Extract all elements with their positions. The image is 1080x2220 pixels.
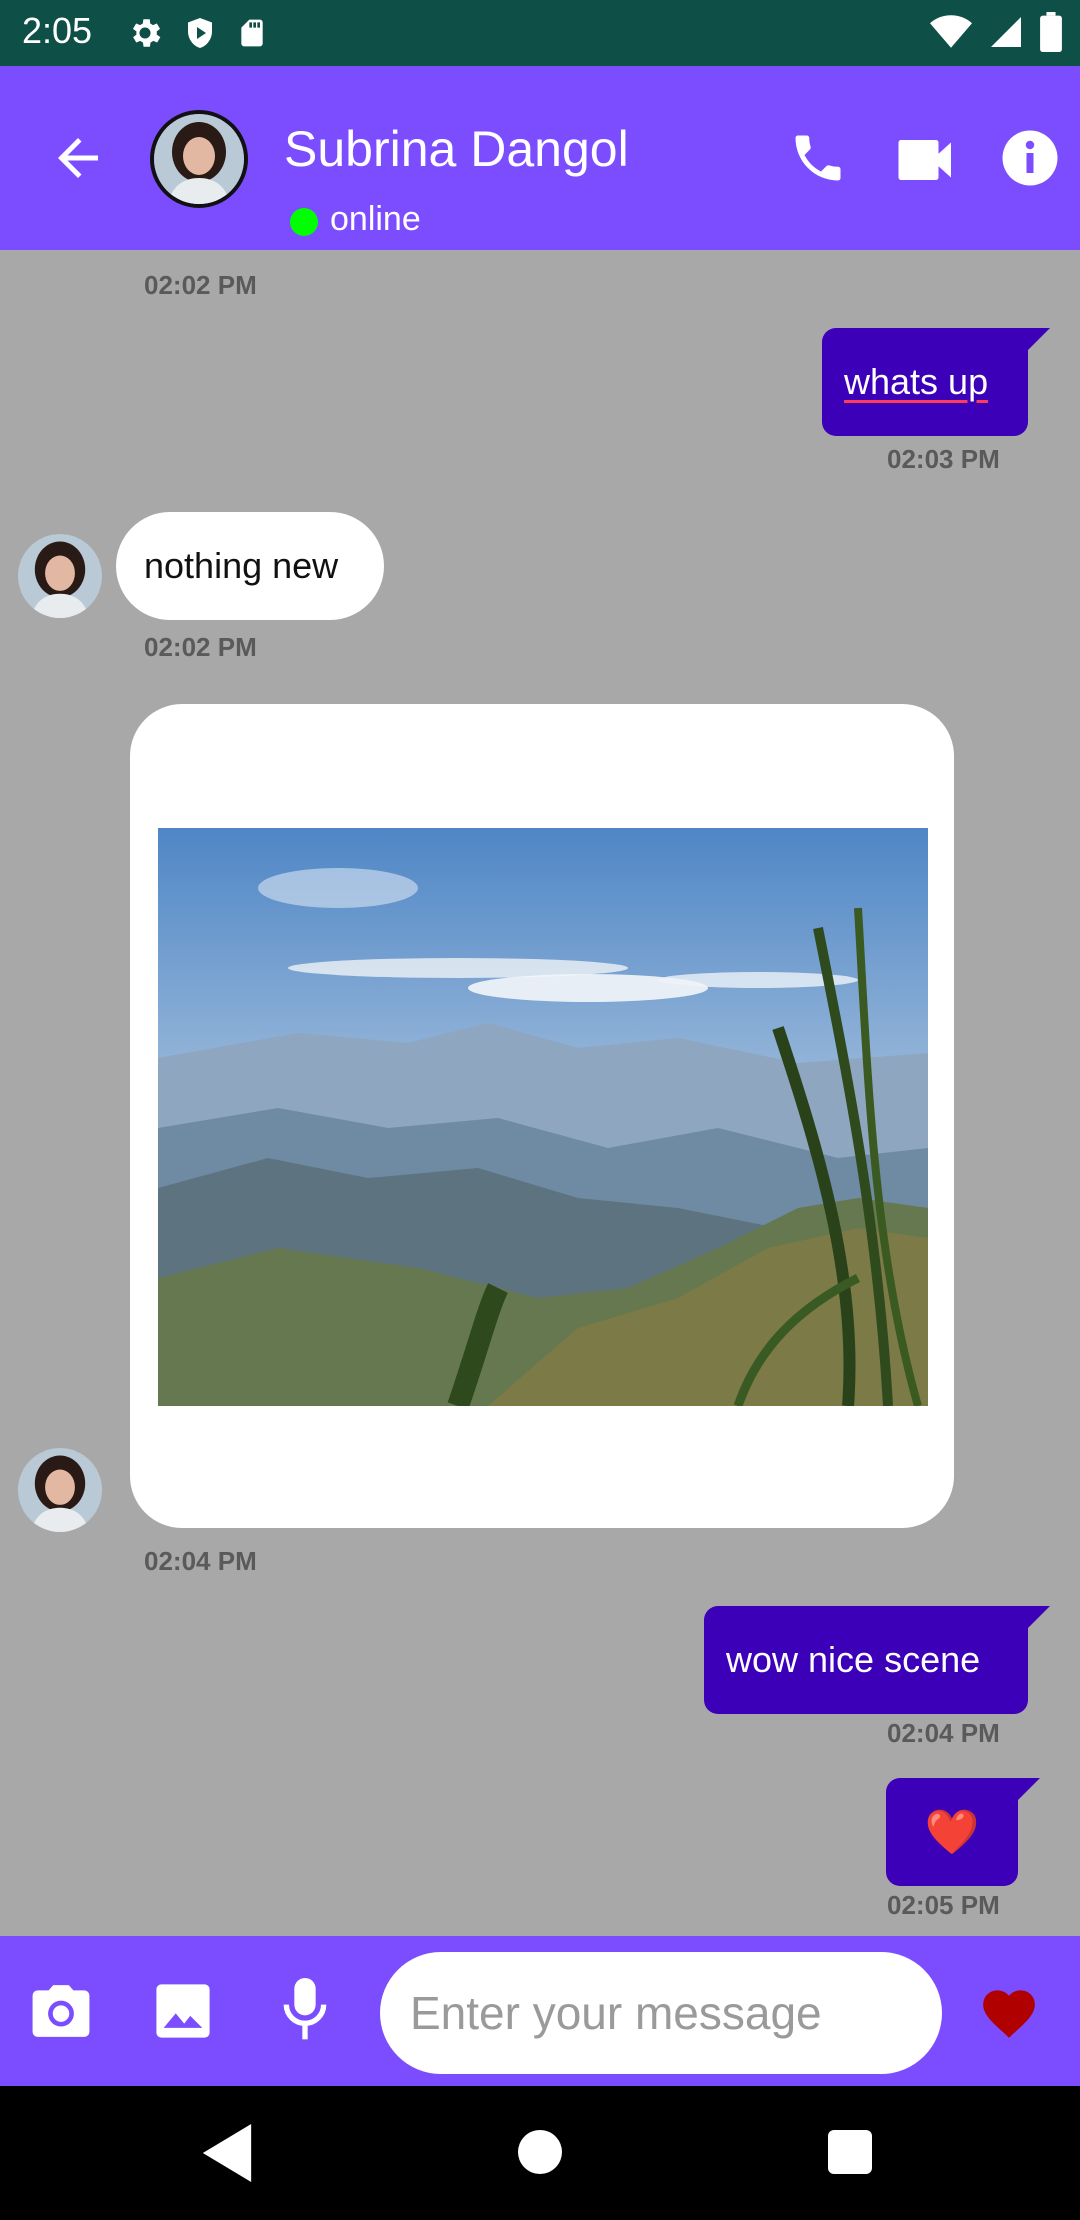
video-camera-icon[interactable] <box>896 132 956 188</box>
sd-card-icon <box>241 19 263 47</box>
message-text: wow nice scene <box>726 1639 981 1680</box>
heart-icon[interactable] <box>978 1982 1040 2040</box>
message-list[interactable]: 02:02 PM whats up 02:03 PM nothing new 0… <box>0 250 1080 1936</box>
sender-avatar <box>18 1448 102 1532</box>
landscape-photo[interactable] <box>158 828 928 1406</box>
avatar-photo-icon <box>154 114 244 204</box>
gallery-icon[interactable] <box>154 1982 212 2040</box>
settings-icon <box>132 19 161 47</box>
online-status-label: online <box>330 200 421 238</box>
back-arrow-icon[interactable] <box>48 128 108 188</box>
battery-icon <box>1040 12 1062 52</box>
message-composer <box>0 1936 1080 2086</box>
status-time: 2:05 <box>22 10 93 51</box>
shield-play-icon <box>188 18 212 48</box>
camera-icon[interactable] <box>30 1980 92 2042</box>
status-bar: 2:05 <box>0 0 1080 66</box>
message-text: whats up <box>844 361 989 402</box>
message-time: 02:05 PM <box>887 1890 1000 1920</box>
info-icon[interactable] <box>1000 128 1060 188</box>
outgoing-heart-message[interactable]: ❤️ <box>886 1778 1040 1886</box>
heart-emoji: ❤️ <box>924 1808 980 1857</box>
contact-avatar[interactable] <box>150 110 248 208</box>
message-text: nothing new <box>144 545 339 586</box>
wifi-icon <box>930 15 972 48</box>
message-time: 02:04 PM <box>887 1718 1000 1748</box>
nav-back-icon[interactable] <box>202 2124 252 2182</box>
avatar-photo-icon <box>18 534 102 618</box>
outgoing-message[interactable]: whats up <box>822 328 1050 436</box>
incoming-image-message[interactable] <box>130 704 954 1528</box>
incoming-message[interactable]: nothing new <box>116 512 384 620</box>
system-nav-bar <box>0 2086 1080 2220</box>
outgoing-message[interactable]: wow nice scene <box>704 1606 1050 1714</box>
microphone-icon[interactable] <box>282 1978 328 2042</box>
avatar-photo-icon <box>18 1448 102 1532</box>
online-status-dot <box>290 208 318 236</box>
signal-icon <box>991 17 1021 47</box>
message-input[interactable] <box>380 1952 942 2074</box>
chat-header: Subrina Dangol online <box>0 66 1080 250</box>
message-time: 02:02 PM <box>144 270 257 300</box>
message-time: 02:03 PM <box>887 444 1000 474</box>
nav-home-icon[interactable] <box>518 2130 562 2174</box>
message-time: 02:02 PM <box>144 632 257 662</box>
sender-avatar <box>18 534 102 618</box>
message-time: 02:04 PM <box>144 1546 257 1576</box>
nav-recents-icon[interactable] <box>828 2130 872 2174</box>
phone-icon[interactable] <box>788 128 848 188</box>
contact-name: Subrina Dangol <box>284 121 629 177</box>
